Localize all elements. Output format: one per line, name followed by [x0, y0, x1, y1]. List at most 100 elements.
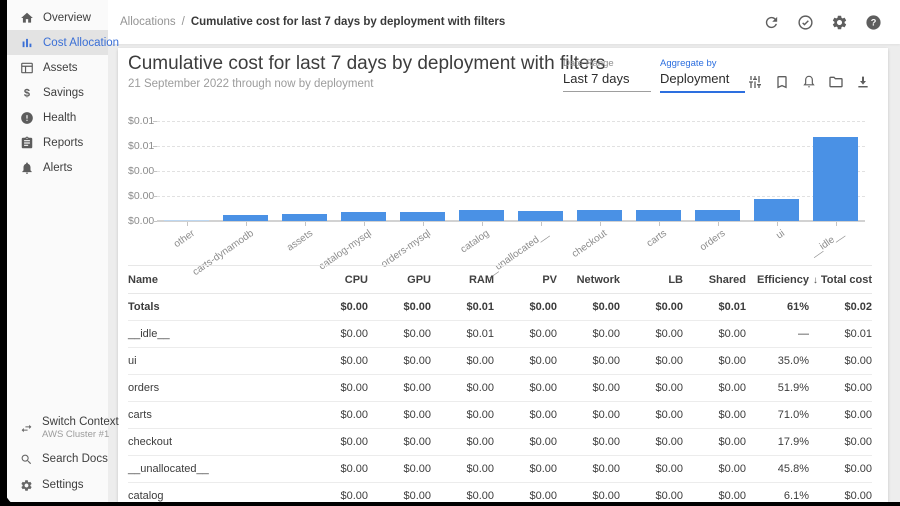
- cell-efficiency: 51.9%: [746, 375, 809, 402]
- cell-name: carts: [128, 402, 305, 429]
- cell-gpu: $0.00: [368, 348, 431, 375]
- table-row-orders[interactable]: orders$0.00$0.00$0.00$0.00$0.00$0.00$0.0…: [128, 375, 872, 402]
- column-header-label: LB: [668, 274, 683, 286]
- cell-shared: $0.00: [683, 375, 746, 402]
- table-row-carts[interactable]: carts$0.00$0.00$0.00$0.00$0.00$0.00$0.00…: [128, 402, 872, 429]
- column-header-name[interactable]: Name: [128, 266, 305, 294]
- help-button[interactable]: ?: [860, 9, 886, 35]
- chart-x-label-assets: assets: [285, 228, 315, 254]
- column-header-ram[interactable]: RAM: [431, 266, 494, 294]
- cell-name: checkout: [128, 429, 305, 456]
- bar-carts-dynamodb[interactable]: [223, 215, 268, 221]
- column-header-label: RAM: [469, 274, 494, 286]
- bar-orders-mysql[interactable]: [400, 212, 445, 221]
- cell-ram: $0.00: [431, 402, 494, 429]
- chart-gridline: [157, 171, 865, 172]
- cell-network: $0.00: [557, 294, 620, 321]
- table-row-__unallocated__[interactable]: __unallocated__$0.00$0.00$0.00$0.00$0.00…: [128, 456, 872, 483]
- cell-shared: $0.00: [683, 348, 746, 375]
- sort-desc-icon: ↓: [813, 275, 818, 286]
- column-header-efficiency[interactable]: Efficiency: [746, 266, 809, 294]
- column-header-label: Efficiency: [757, 274, 809, 286]
- column-header-shared[interactable]: Shared: [683, 266, 746, 294]
- breadcrumb: Allocations / Cumulative cost for last 7…: [120, 16, 505, 28]
- bar-assets[interactable]: [282, 214, 327, 221]
- breadcrumb-parent-link[interactable]: Allocations: [120, 16, 176, 28]
- bar-carts[interactable]: [636, 210, 681, 221]
- cell-shared: $0.00: [683, 456, 746, 483]
- table-row-__idle__[interactable]: __idle__$0.00$0.00$0.01$0.00$0.00$0.00$0…: [128, 321, 872, 348]
- sidebar: Overview Cost AllocationAssets$SavingsHea…: [7, 0, 108, 502]
- topbar-actions: ?: [758, 9, 886, 35]
- bar-checkout[interactable]: [577, 210, 622, 221]
- bookmark-icon: [774, 74, 790, 90]
- sidebar-footer-item-search-docs[interactable]: Search Docs: [7, 446, 108, 472]
- table-row-totals[interactable]: Totals$0.00$0.00$0.01$0.00$0.00$0.00$0.0…: [128, 294, 872, 321]
- table-row-ui[interactable]: ui$0.00$0.00$0.00$0.00$0.00$0.00$0.0035.…: [128, 348, 872, 375]
- sidebar-item-label: Savings: [43, 87, 84, 99]
- cell-network: $0.00: [557, 348, 620, 375]
- folder-button[interactable]: [828, 74, 844, 90]
- cell-efficiency: 45.8%: [746, 456, 809, 483]
- table-row-checkout[interactable]: checkout$0.00$0.00$0.00$0.00$0.00$0.00$0…: [128, 429, 872, 456]
- bell-outline-button[interactable]: [801, 74, 817, 90]
- sidebar-item-savings[interactable]: $Savings: [7, 80, 108, 105]
- gear-button[interactable]: [826, 9, 852, 35]
- date-range-value[interactable]: Last 7 days: [563, 71, 651, 92]
- chart-x-tick-mark: [718, 222, 719, 226]
- cell-total-cost: $0.00: [809, 429, 872, 456]
- column-header-gpu[interactable]: GPU: [368, 266, 431, 294]
- column-header-cpu[interactable]: CPU: [305, 266, 368, 294]
- cell-cpu: $0.00: [305, 321, 368, 348]
- column-header-total-cost[interactable]: ↓Total cost: [809, 266, 872, 294]
- error-icon: [20, 111, 34, 125]
- refresh-button[interactable]: [758, 9, 784, 35]
- cell-gpu: $0.00: [368, 456, 431, 483]
- aggregate-by-select[interactable]: Aggregate by Deployment: [660, 58, 745, 93]
- cell-name: Totals: [128, 294, 305, 321]
- sidebar-footer-item-settings[interactable]: Settings: [7, 472, 108, 498]
- download-button[interactable]: [855, 74, 871, 90]
- footer-item-sublabel: AWS Cluster #1: [42, 429, 119, 440]
- cell-pv: $0.00: [494, 402, 557, 429]
- bar-other[interactable]: [164, 220, 209, 221]
- column-header-label: Network: [577, 274, 620, 286]
- column-header-lb[interactable]: LB: [620, 266, 683, 294]
- sidebar-item-alerts[interactable]: Alerts: [7, 155, 108, 180]
- sidebar-item-reports[interactable]: Reports: [7, 130, 108, 155]
- bar-__idle__[interactable]: [813, 137, 858, 221]
- cell-pv: $0.00: [494, 348, 557, 375]
- bar-__unallocated__[interactable]: [518, 211, 563, 221]
- cell-lb: $0.00: [620, 375, 683, 402]
- sidebar-footer-item-switch-context[interactable]: Switch ContextAWS Cluster #1: [7, 410, 108, 446]
- cell-shared: $0.00: [683, 429, 746, 456]
- sidebar-item-label: Alerts: [43, 162, 72, 174]
- cell-gpu: $0.00: [368, 402, 431, 429]
- tune-button[interactable]: [747, 74, 763, 90]
- mouse-cursor: [0, 482, 16, 506]
- bar-catalog[interactable]: [459, 210, 504, 221]
- main-content: Cumulative cost for last 7 days by deplo…: [108, 44, 900, 502]
- bar-catalog-mysql[interactable]: [341, 212, 386, 221]
- aggregate-by-value[interactable]: Deployment: [660, 71, 745, 93]
- cell-cpu: $0.00: [305, 456, 368, 483]
- bar-ui[interactable]: [754, 199, 799, 221]
- chart-y-tick-mark: [153, 196, 157, 197]
- sidebar-item-health[interactable]: Health: [7, 105, 108, 130]
- column-header-pv[interactable]: PV: [494, 266, 557, 294]
- date-range-select[interactable]: Date Range Last 7 days: [563, 58, 651, 92]
- sidebar-item-label: Overview: [43, 12, 91, 24]
- sidebar-item-cost-allocation[interactable]: Cost Allocation: [7, 30, 108, 55]
- sidebar-item-assets[interactable]: Assets: [7, 55, 108, 80]
- cell-gpu: $0.00: [368, 375, 431, 402]
- table-row-catalog[interactable]: catalog$0.00$0.00$0.00$0.00$0.00$0.00$0.…: [128, 483, 872, 503]
- bar-orders[interactable]: [695, 210, 740, 221]
- sidebar-item-overview[interactable]: Overview: [7, 5, 108, 30]
- check-circle-button[interactable]: [792, 9, 818, 35]
- cell-ram: $0.01: [431, 321, 494, 348]
- bookmark-button[interactable]: [774, 74, 790, 90]
- column-header-network[interactable]: Network: [557, 266, 620, 294]
- cell-ram: $0.00: [431, 375, 494, 402]
- help-icon: ?: [865, 14, 882, 31]
- sidebar-item-label: Cost Allocation: [43, 37, 119, 49]
